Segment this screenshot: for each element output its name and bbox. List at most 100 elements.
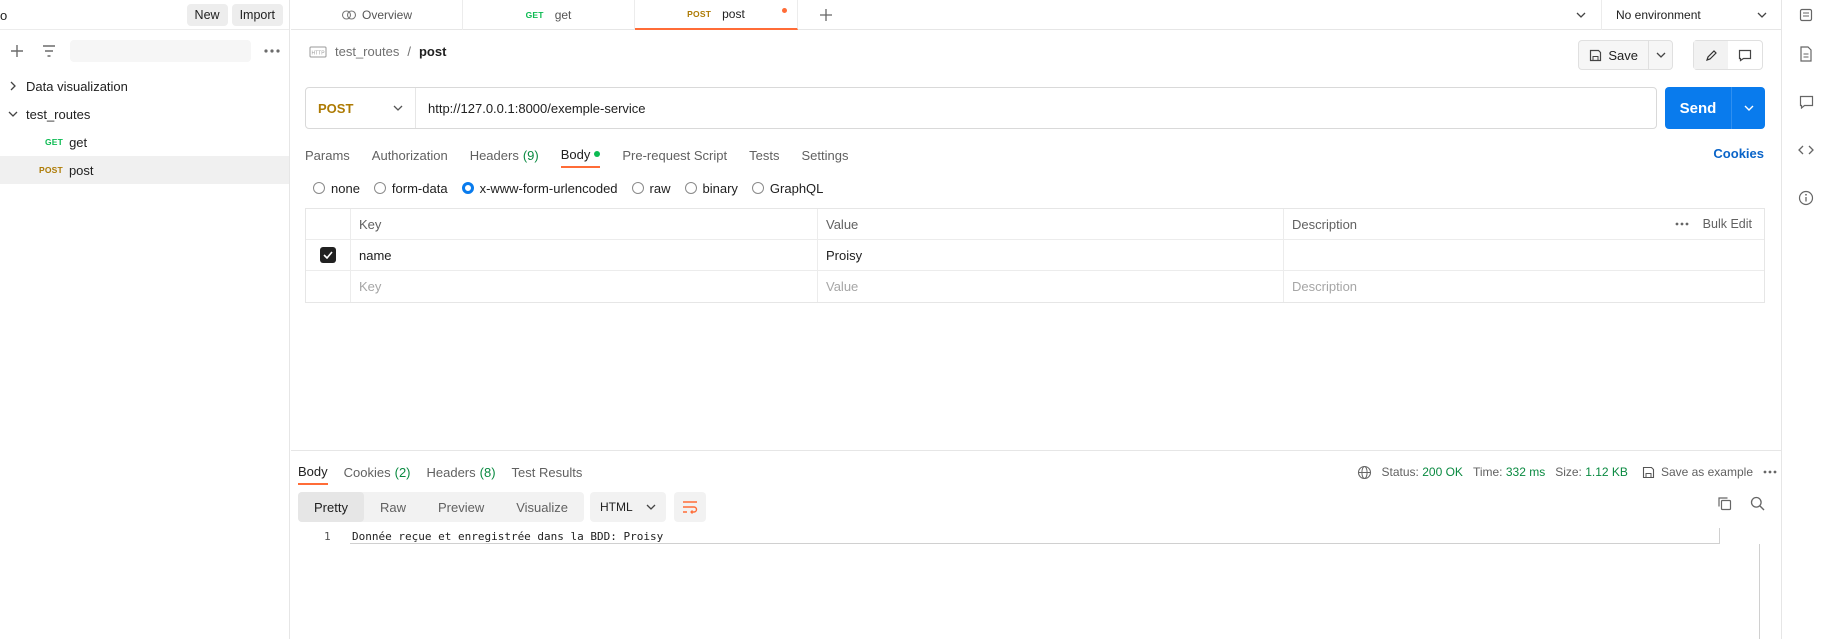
breadcrumb: HTTP test_routes / post	[309, 44, 446, 59]
method-select[interactable]: POST	[306, 88, 416, 128]
tab-overview[interactable]: Overview	[291, 0, 463, 30]
tab-params[interactable]: Params	[305, 142, 350, 168]
response-tab-test-results[interactable]: Test Results	[512, 459, 583, 485]
response-tab-body[interactable]: Body	[298, 459, 328, 485]
save-control: Save	[1578, 40, 1673, 70]
tab-settings[interactable]: Settings	[801, 142, 848, 168]
environment-select[interactable]: No environment	[1601, 0, 1781, 30]
copy-icon[interactable]	[1717, 496, 1732, 511]
send-button[interactable]: Send	[1665, 87, 1731, 129]
table-row-empty: Key Value Description	[306, 271, 1764, 302]
breadcrumb-collection[interactable]: test_routes	[335, 44, 399, 59]
more-options-icon[interactable]	[1763, 470, 1777, 474]
row-enabled-checkbox[interactable]	[320, 247, 336, 263]
plus-icon[interactable]	[6, 40, 28, 62]
key-placeholder-input[interactable]: Key	[351, 271, 818, 302]
chevron-right-icon[interactable]	[4, 81, 22, 91]
description-placeholder-input[interactable]: Description	[1284, 271, 1664, 302]
chevron-down-icon	[1757, 12, 1767, 18]
radio-raw[interactable]: raw	[631, 181, 671, 196]
language-label: HTML	[600, 500, 633, 514]
row-key-cell[interactable]: name	[351, 240, 818, 270]
breadcrumb-current[interactable]: post	[419, 44, 446, 59]
more-options-icon[interactable]	[261, 40, 283, 62]
radio-circle	[751, 182, 764, 194]
svg-text:HTTP: HTTP	[311, 50, 325, 56]
collection-label: Data visualization	[26, 78, 128, 94]
tab-tests[interactable]: Tests	[749, 142, 779, 168]
tab-get[interactable]: GET get	[463, 0, 635, 30]
environment-label: No environment	[1616, 8, 1701, 22]
time-indicator[interactable]: Time: 332 ms	[1473, 465, 1545, 479]
url-input[interactable]: http://127.0.0.1:8000/exemple-service	[416, 101, 646, 116]
save-icon	[1642, 466, 1654, 478]
collection-label: test_routes	[26, 106, 91, 122]
size-indicator[interactable]: Size: 1.12 KB	[1555, 465, 1628, 479]
format-raw[interactable]: Raw	[364, 492, 422, 522]
search-icon[interactable]	[1750, 496, 1765, 511]
chevron-down-icon[interactable]	[4, 110, 22, 118]
tabs-dropdown-chevron-icon[interactable]	[1561, 12, 1601, 18]
value-placeholder-input[interactable]: Value	[818, 271, 1284, 302]
tab-label: Headers	[426, 464, 476, 480]
header-description: Description	[1292, 216, 1358, 232]
more-options-icon[interactable]	[1675, 222, 1689, 226]
radio-label: none	[331, 180, 360, 196]
format-preview[interactable]: Preview	[422, 492, 500, 522]
comments-icon[interactable]	[1782, 78, 1829, 126]
code-icon[interactable]	[1782, 126, 1829, 174]
radio-form-data[interactable]: form-data	[373, 181, 448, 196]
response-tab-headers[interactable]: Headers (8)	[427, 459, 496, 485]
info-icon[interactable]	[1782, 174, 1829, 222]
environment-quick-look-icon[interactable]	[1782, 0, 1829, 30]
save-button[interactable]: Save	[1579, 41, 1648, 69]
edit-view-button[interactable]	[1694, 41, 1728, 69]
request-item-get[interactable]: GET get	[0, 128, 289, 156]
tab-pre-request-script[interactable]: Pre-request Script	[622, 142, 727, 168]
radio-binary[interactable]: binary	[684, 181, 738, 196]
cookies-link[interactable]: Cookies	[1713, 146, 1764, 161]
collection-test-routes[interactable]: test_routes	[0, 100, 289, 128]
response-body-editor[interactable]: 1 Donnée reçue et enregistrée dans la BD…	[291, 528, 1776, 639]
status-indicator[interactable]: Status: 200 OK	[1382, 465, 1463, 479]
documentation-icon[interactable]	[1782, 30, 1829, 78]
filter-icon[interactable]	[38, 40, 60, 62]
tab-post[interactable]: POST post	[635, 0, 798, 30]
tab-body[interactable]: Body	[560, 142, 601, 168]
import-button[interactable]: Import	[231, 3, 283, 26]
tab-headers[interactable]: Headers (9)	[470, 142, 539, 168]
vertical-scrollbar[interactable]	[1759, 544, 1760, 639]
row-description-cell[interactable]	[1284, 240, 1664, 270]
wrap-lines-button[interactable]	[674, 492, 706, 522]
new-button[interactable]: New	[186, 3, 228, 26]
response-tab-cookies[interactable]: Cookies (2)	[344, 459, 411, 485]
radio-graphql[interactable]: GraphQL	[751, 181, 823, 196]
bulk-edit-button[interactable]: Bulk Edit	[1703, 217, 1752, 231]
request-item-post[interactable]: POST post	[0, 156, 289, 184]
tab-authorization[interactable]: Authorization	[372, 142, 448, 168]
chevron-down-icon	[1744, 105, 1753, 111]
tab-count: (2)	[394, 464, 411, 480]
tab-label: Params	[305, 147, 350, 163]
globe-icon[interactable]	[1357, 465, 1372, 480]
tab-label: Settings	[801, 147, 849, 163]
radio-circle-selected	[461, 182, 474, 194]
radio-none[interactable]: none	[313, 181, 360, 196]
new-tab-button[interactable]	[798, 0, 854, 30]
sidebar-search-input[interactable]	[70, 40, 251, 62]
format-visualize[interactable]: Visualize	[500, 492, 584, 522]
format-pretty[interactable]: Pretty	[298, 492, 364, 522]
method-badge: GET	[45, 137, 64, 147]
row-checkbox-cell	[306, 240, 351, 270]
save-as-example-button[interactable]: Save as example	[1642, 465, 1753, 479]
tab-label: Body	[560, 146, 591, 162]
language-select[interactable]: HTML	[590, 492, 666, 522]
send-dropdown-button[interactable]	[1731, 87, 1765, 129]
radio-x-www-form-urlencoded[interactable]: x-www-form-urlencoded	[461, 181, 618, 196]
row-value-cell[interactable]: Proisy	[818, 240, 1284, 270]
save-dropdown-button[interactable]	[1648, 41, 1672, 69]
tab-label: Test Results	[511, 464, 583, 480]
collection-data-visualization[interactable]: Data visualization	[0, 72, 289, 100]
chevron-down-icon	[393, 105, 403, 111]
comments-view-button[interactable]	[1728, 41, 1762, 69]
